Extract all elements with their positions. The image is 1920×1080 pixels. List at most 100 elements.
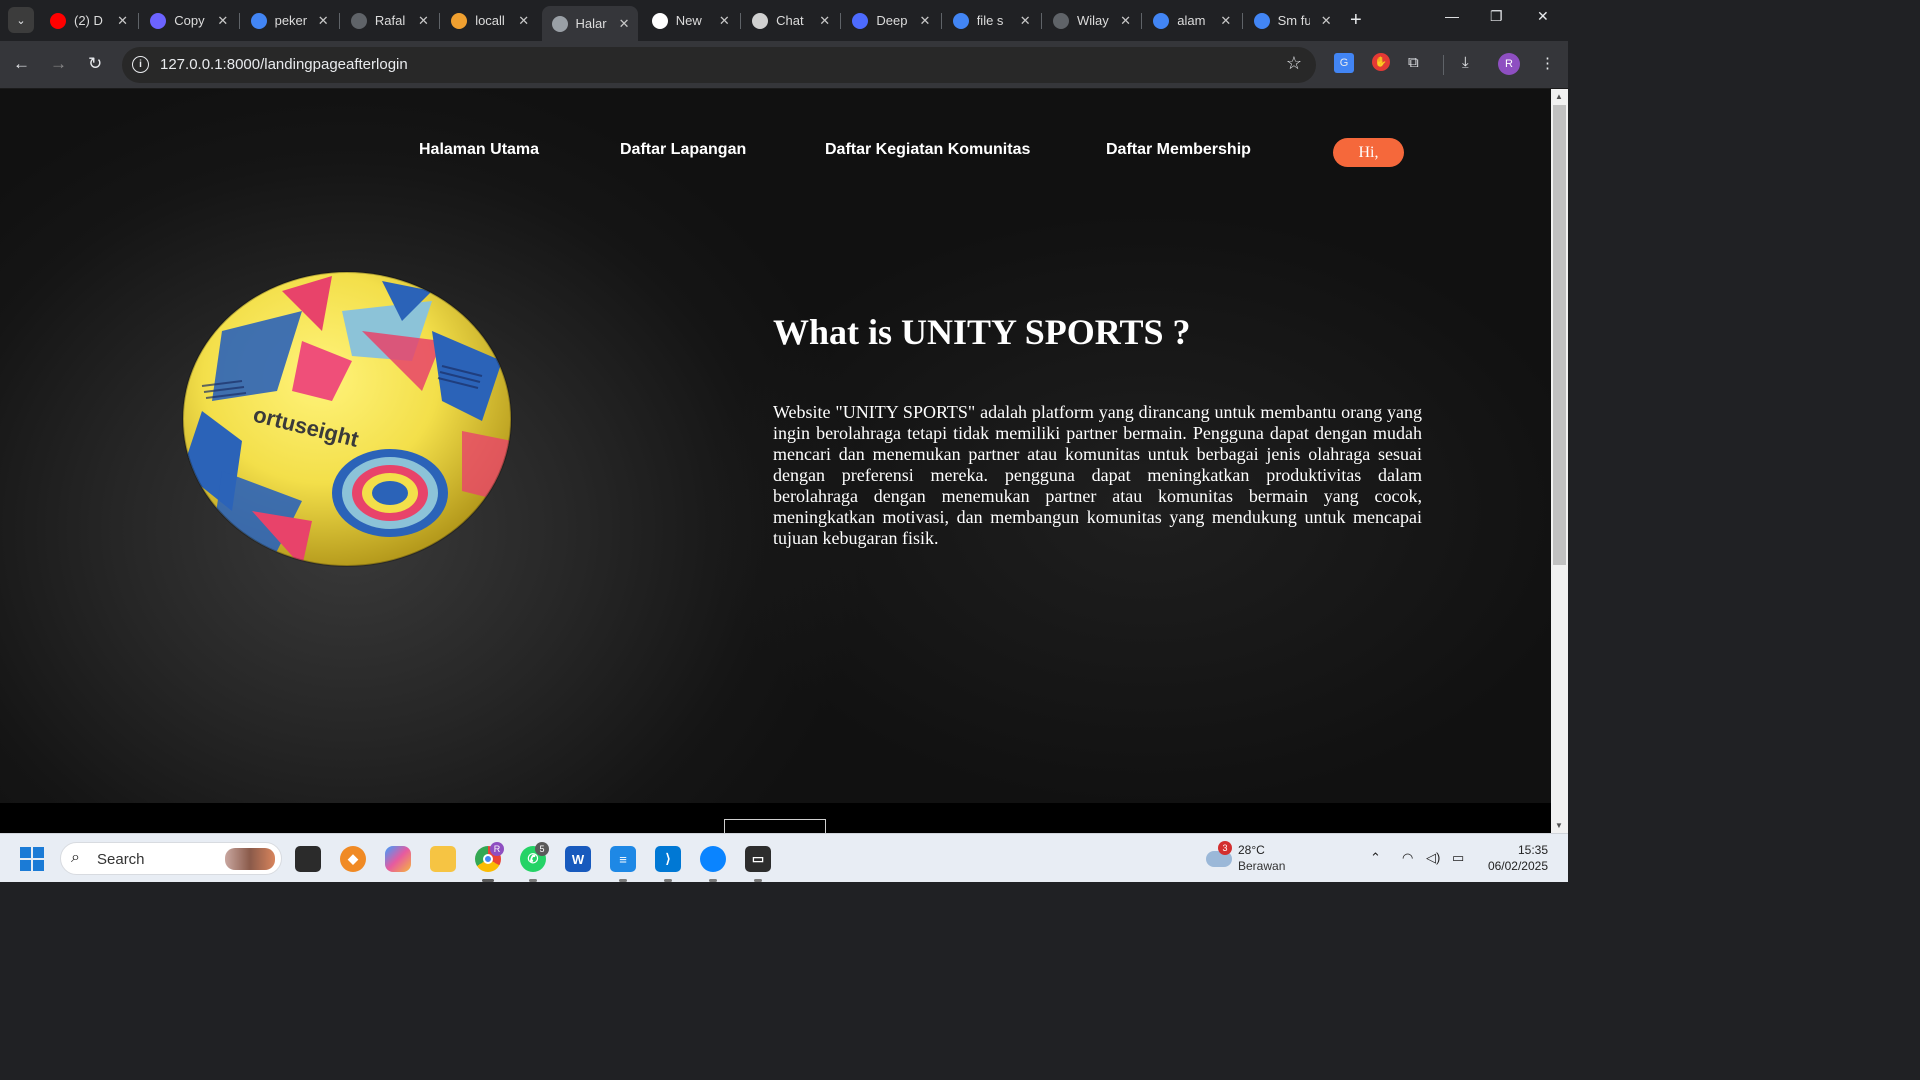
tab-close-icon[interactable]: ✕ — [518, 13, 529, 29]
tab-close-icon[interactable]: ✕ — [619, 16, 630, 32]
search-icon: ⌕ — [71, 849, 80, 866]
battery-icon[interactable]: ▭ — [1452, 850, 1464, 866]
tab-title: New — [675, 13, 702, 28]
tab-close-icon[interactable]: ✕ — [217, 13, 228, 29]
tab-close-icon[interactable]: ✕ — [1020, 13, 1031, 29]
windows-start-icon[interactable] — [20, 847, 44, 871]
tab-search-button[interactable]: ⌄ — [8, 7, 34, 33]
tab-close-icon[interactable]: ✕ — [919, 13, 930, 29]
browser-tab[interactable]: peker ✕ — [241, 6, 337, 35]
copilot-icon[interactable] — [385, 846, 411, 872]
vscode-indicator — [664, 879, 672, 882]
notepad-icon[interactable]: ≡ — [610, 846, 636, 872]
tab-close-icon[interactable]: ✕ — [1120, 13, 1131, 29]
site-info-icon[interactable]: i — [132, 56, 149, 73]
url-text[interactable]: 127.0.0.1:8000/landingpageafterlogin — [160, 56, 408, 73]
tab-close-icon[interactable]: ✕ — [418, 13, 429, 29]
address-bar[interactable]: i 127.0.0.1:8000/landingpageafterlogin ☆ — [122, 47, 1316, 83]
tab-separator — [940, 13, 942, 29]
weather-alert-badge: 3 — [1218, 841, 1232, 855]
footer-outline-box — [724, 819, 826, 833]
restore-button[interactable]: ❐ — [1490, 8, 1503, 25]
new-tab-button[interactable]: + — [1350, 9, 1362, 32]
adblock-hand-icon[interactable]: ✋ — [1372, 53, 1390, 71]
browser-tab[interactable]: (2) D ✕ — [40, 6, 136, 35]
whatsapp-indicator — [529, 879, 537, 882]
forward-arrow-icon[interactable]: → — [50, 54, 67, 74]
scrollbar-thumb[interactable] — [1553, 105, 1566, 565]
browser-tab[interactable]: New ✕ — [642, 6, 738, 35]
back-arrow-icon[interactable]: ← — [13, 54, 30, 74]
minimize-button[interactable]: — — [1445, 8, 1459, 24]
tab-separator — [1241, 13, 1243, 29]
tab-title: Rafal — [374, 13, 406, 28]
browser-tab[interactable]: locall ✕ — [441, 6, 537, 35]
nav-link-community[interactable]: Daftar Kegiatan Komunitas — [825, 141, 1030, 159]
browser-tab[interactable]: Halar ✕ — [541, 6, 638, 41]
notepad-indicator — [619, 879, 627, 882]
tab-title: Halar — [575, 16, 607, 31]
tab-separator — [138, 13, 140, 29]
menu-kebab-icon[interactable]: ⋮ — [1540, 54, 1555, 72]
tab-close-icon[interactable]: ✕ — [117, 13, 128, 29]
tab-separator — [840, 13, 842, 29]
system-clock[interactable]: 15:35 06/02/2025 — [1488, 842, 1548, 874]
scroll-down-arrow-icon[interactable]: ▼ — [1555, 821, 1563, 830]
tab-separator — [238, 13, 240, 29]
google-icon — [1253, 12, 1270, 29]
tab-separator — [1141, 13, 1143, 29]
browser-tab[interactable]: Rafal ✕ — [341, 6, 437, 35]
tab-close-icon[interactable]: ✕ — [819, 13, 830, 29]
tab-separator — [1041, 13, 1042, 29]
page-scrollbar[interactable]: ▲ ▼ — [1551, 89, 1568, 833]
whatsapp-notification-badge: 5 — [535, 842, 549, 856]
nav-link-membership[interactable]: Daftar Membership — [1106, 141, 1251, 159]
browser-tab[interactable]: Wilay ✕ — [1043, 6, 1139, 35]
reload-icon[interactable]: ↻ — [88, 54, 102, 74]
task-view-icon[interactable] — [295, 846, 321, 872]
tab-close-icon[interactable]: ✕ — [719, 13, 730, 29]
tab-title: (2) D — [74, 13, 103, 28]
wifi-icon[interactable]: ◠ — [1402, 850, 1413, 866]
chrome-profile-badge: R — [490, 842, 504, 856]
soccer-ball-image: ortuseight — [182, 271, 512, 567]
google-icon — [952, 12, 969, 29]
tab-close-icon[interactable]: ✕ — [1220, 13, 1231, 29]
hero-description: Website "UNITY SPORTS" adalah platform y… — [773, 402, 1422, 548]
clock-date: 06/02/2025 — [1487, 859, 1548, 873]
nav-link-fields[interactable]: Daftar Lapangan — [620, 141, 746, 159]
clock-time: 15:35 — [1517, 843, 1548, 857]
tab-close-icon[interactable]: ✕ — [1321, 13, 1332, 29]
taskbar-search-box[interactable]: ⌕ Search — [60, 842, 282, 875]
profile-avatar[interactable]: R — [1498, 53, 1520, 75]
download-icon[interactable]: ⤓ — [1462, 54, 1469, 71]
tab-title: Deep — [876, 13, 908, 28]
brave-browser-icon[interactable]: ◆ — [340, 846, 366, 872]
extensions-puzzle-icon[interactable]: ⧉ — [1408, 54, 1419, 71]
tab-close-icon[interactable]: ✕ — [318, 13, 329, 29]
vscode-icon[interactable]: ⟩ — [655, 846, 681, 872]
browser-tab[interactable]: file s ✕ — [943, 6, 1039, 35]
user-greeting-button[interactable]: Hi, — [1333, 138, 1404, 167]
bookmark-star-icon[interactable]: ☆ — [1286, 53, 1302, 74]
terminal-icon[interactable]: ▭ — [745, 846, 771, 872]
search-highlight-image — [225, 848, 275, 870]
scroll-up-arrow-icon[interactable]: ▲ — [1555, 92, 1563, 101]
edge-icon[interactable] — [700, 846, 726, 872]
tab-title: Chat — [776, 13, 804, 28]
tab-title: locall — [475, 13, 505, 28]
tray-chevron-up-icon[interactable]: ⌃ — [1370, 850, 1381, 866]
browser-tab[interactable]: Chat ✕ — [742, 6, 838, 35]
tab-title: alam — [1177, 13, 1206, 28]
browser-tab[interactable]: Sm fu ✕ — [1244, 6, 1340, 35]
close-window-button[interactable]: ✕ — [1537, 8, 1549, 25]
word-icon[interactable]: W — [565, 846, 591, 872]
browser-tab[interactable]: alam ✕ — [1143, 6, 1239, 35]
nav-link-home[interactable]: Halaman Utama — [419, 141, 539, 159]
browser-tab[interactable]: Copy ✕ — [140, 6, 236, 35]
chatgpt-icon — [752, 12, 769, 29]
browser-tab[interactable]: Deep ✕ — [842, 6, 938, 35]
google-translate-icon[interactable]: G — [1334, 53, 1354, 73]
file-explorer-icon[interactable] — [430, 846, 456, 872]
volume-icon[interactable]: ◁) — [1426, 850, 1440, 866]
